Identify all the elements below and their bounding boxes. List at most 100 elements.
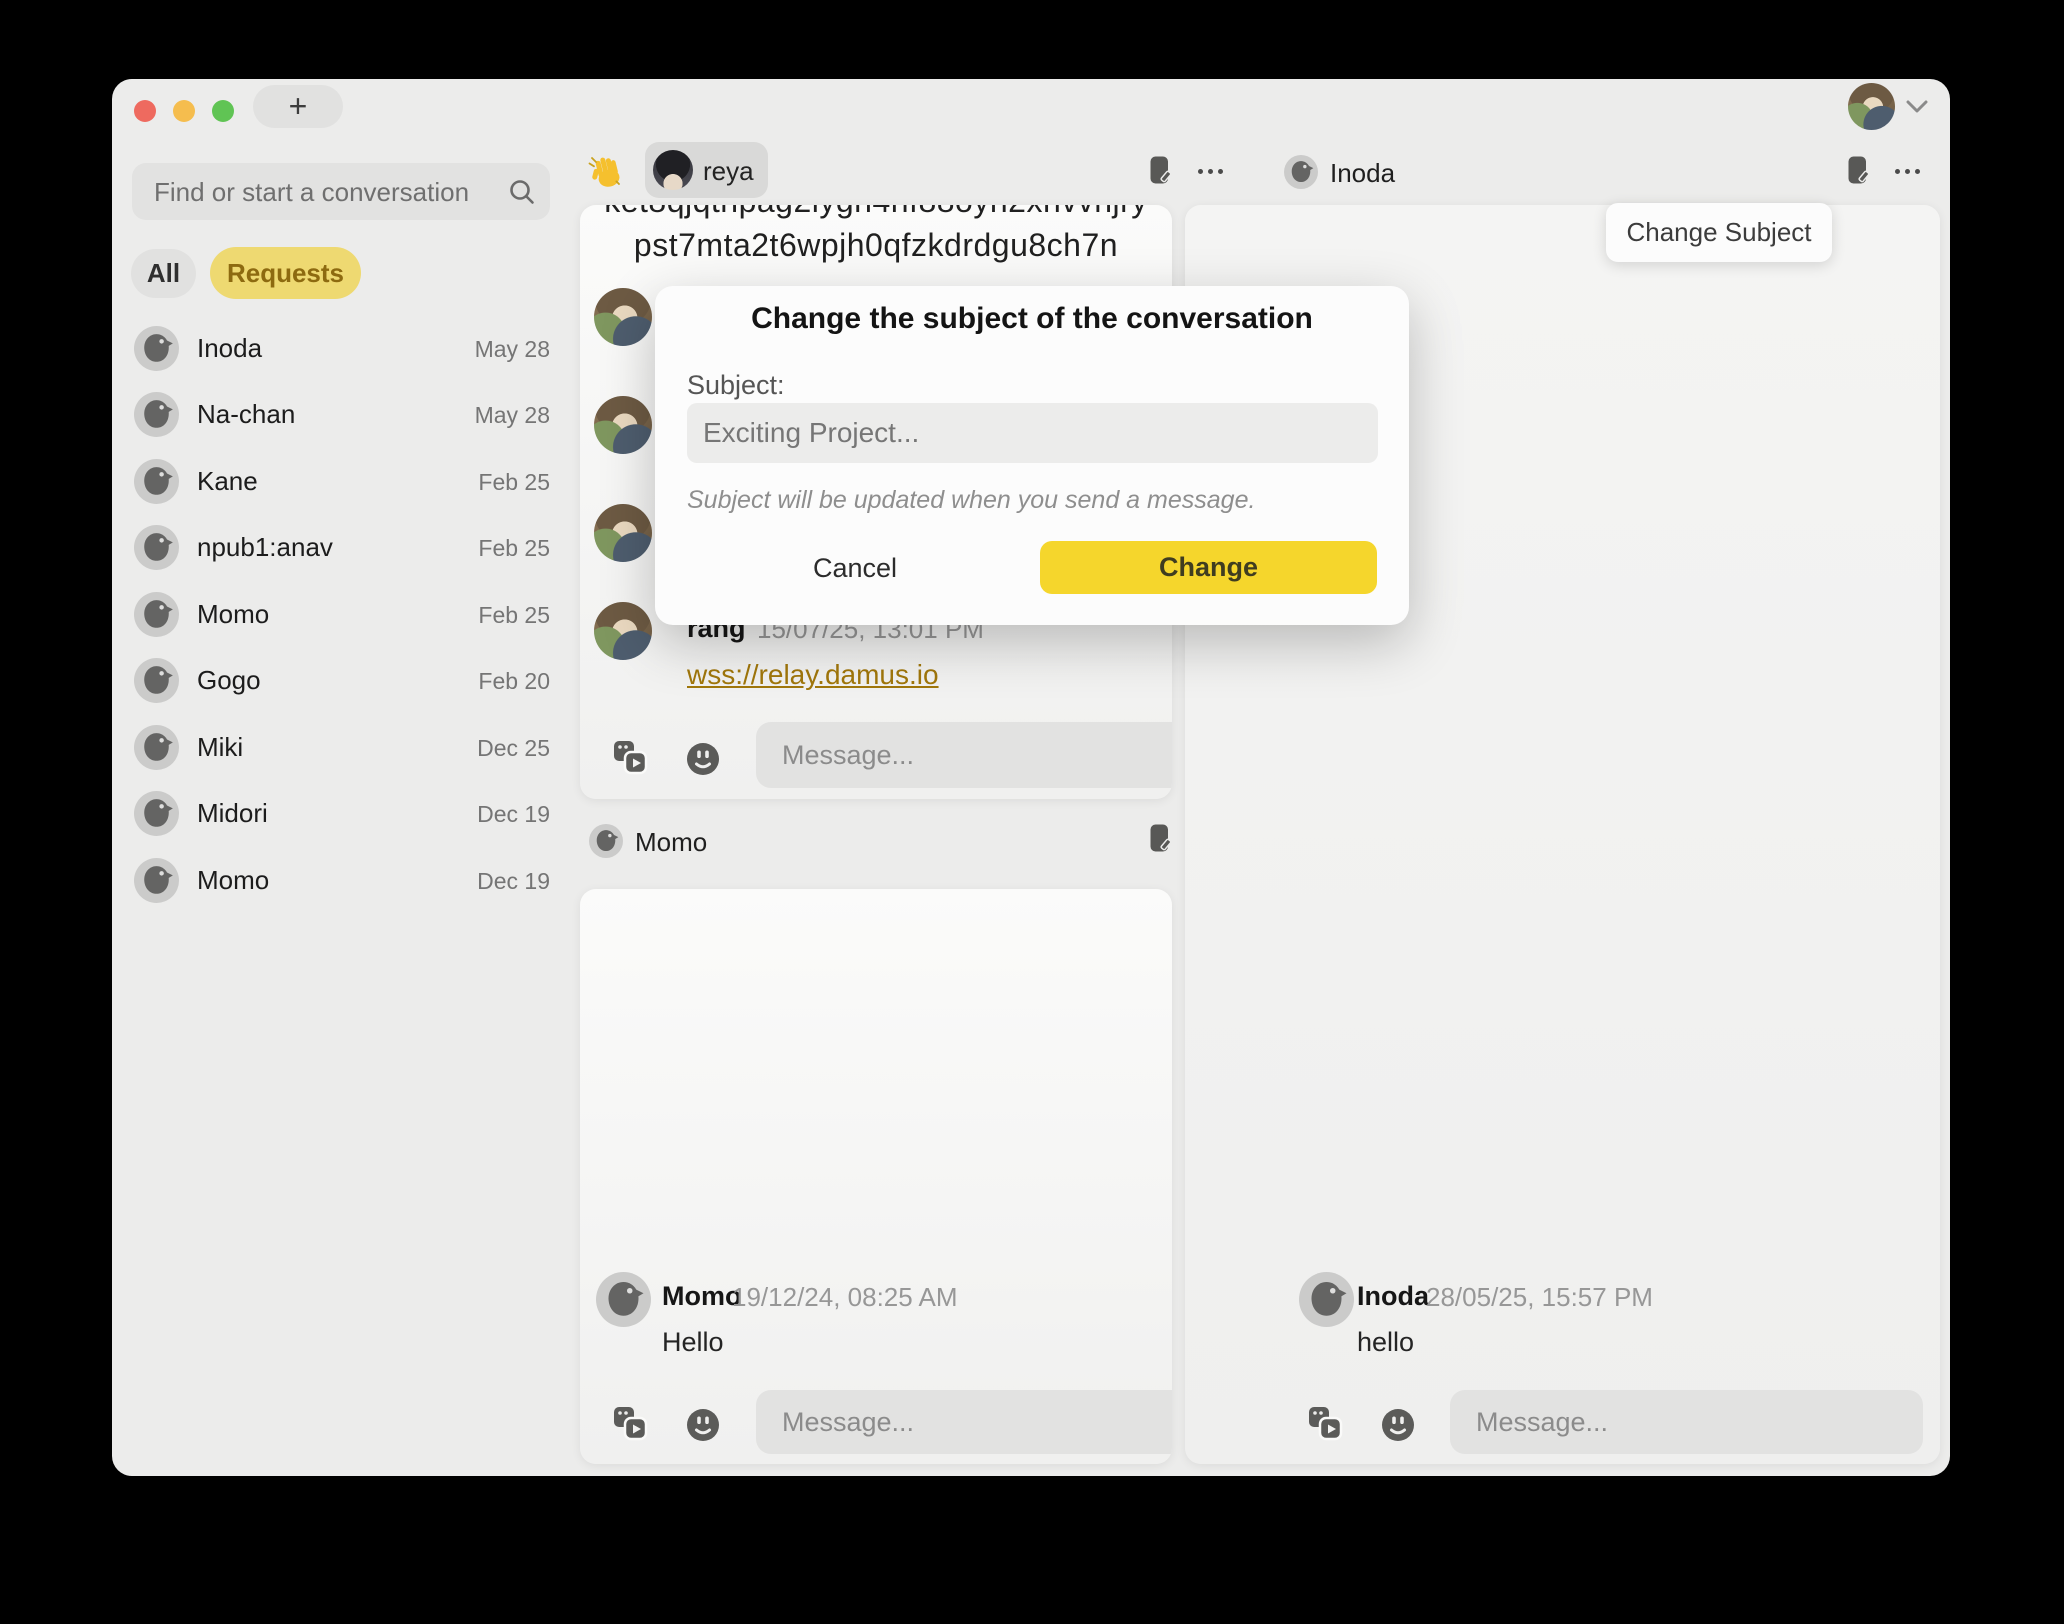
message-avatar bbox=[596, 1272, 651, 1327]
default-avatar-icon bbox=[134, 658, 179, 703]
conversation-name: Midori bbox=[197, 798, 268, 829]
emoji-picker-icon[interactable] bbox=[686, 1408, 720, 1442]
conversation-name: Gogo bbox=[197, 665, 261, 696]
change-subject-dialog: Change the subject of the conversation S… bbox=[655, 286, 1409, 625]
chevron-down-icon[interactable] bbox=[1906, 100, 1928, 114]
waving-hand-icon bbox=[585, 152, 625, 192]
message-composer-input[interactable] bbox=[1450, 1390, 1923, 1454]
conversation-date: Dec 19 bbox=[477, 801, 550, 828]
search-field[interactable] bbox=[132, 163, 550, 220]
conversation-date: May 28 bbox=[475, 402, 550, 429]
conversation-name: Inoda bbox=[197, 333, 262, 364]
conversation-name: Na-chan bbox=[197, 399, 295, 430]
conversation-item[interactable]: Kane Feb 25 bbox=[131, 448, 555, 515]
search-icon bbox=[508, 178, 536, 206]
conversation-date: Feb 20 bbox=[478, 668, 550, 695]
peer-name: Momo bbox=[635, 827, 707, 858]
change-label: Change bbox=[1159, 552, 1258, 583]
npub-text-clipped: ket8qjqtnpag2lygn4nf88oyh2xnvvnjry bbox=[580, 205, 1172, 220]
message-avatar bbox=[594, 288, 652, 346]
default-avatar-icon bbox=[134, 459, 179, 504]
message-composer-input[interactable] bbox=[756, 1390, 1172, 1454]
default-avatar-icon bbox=[134, 725, 179, 770]
message-timestamp: 28/05/25, 15:57 PM bbox=[1426, 1282, 1653, 1313]
zoom-window-button[interactable] bbox=[212, 100, 234, 122]
default-avatar-icon bbox=[589, 824, 623, 858]
tab-requests-label: Requests bbox=[227, 258, 344, 289]
new-conversation-button[interactable]: + bbox=[253, 85, 343, 128]
dialog-title: Change the subject of the conversation bbox=[655, 302, 1409, 336]
npub-text: pst7mta2t6wpjh0qfzkdrdgu8ch7n bbox=[580, 227, 1172, 264]
conversation-date: Dec 25 bbox=[477, 735, 550, 762]
peer-name: Inoda bbox=[1330, 158, 1395, 189]
conversation-item[interactable]: Gogo Feb 20 bbox=[131, 647, 555, 714]
message-timestamp: 19/12/24, 08:25 AM bbox=[732, 1282, 958, 1313]
default-avatar-icon bbox=[134, 326, 179, 371]
minimize-window-button[interactable] bbox=[173, 100, 195, 122]
more-options-icon[interactable] bbox=[1198, 169, 1223, 174]
message-composer-input[interactable] bbox=[756, 722, 1172, 788]
conversation-date: Feb 25 bbox=[478, 602, 550, 629]
message-avatar bbox=[594, 396, 652, 454]
cancel-label: Cancel bbox=[813, 553, 897, 584]
default-avatar-icon bbox=[134, 592, 179, 637]
conversation-item[interactable]: npub1:anav Feb 25 bbox=[131, 514, 555, 581]
message-avatar bbox=[1299, 1272, 1354, 1327]
conversation-name: Kane bbox=[197, 466, 258, 497]
message-text: Hello bbox=[662, 1327, 724, 1358]
screen: + All Requests Inoda May 28 Na-chan May … bbox=[0, 0, 2064, 1624]
conversation-item[interactable]: Momo Feb 25 bbox=[131, 581, 555, 648]
chat-panel-momo: Momo 19/12/24, 08:25 AM Hello bbox=[580, 889, 1172, 1464]
conversation-date: Feb 25 bbox=[478, 535, 550, 562]
default-avatar-icon bbox=[1284, 155, 1318, 189]
attach-media-icon[interactable] bbox=[611, 738, 649, 776]
conversation-name: Miki bbox=[197, 732, 243, 763]
message-avatar bbox=[594, 504, 652, 562]
message-text: hello bbox=[1357, 1327, 1414, 1358]
message-sender: Momo bbox=[662, 1281, 741, 1312]
reya-avatar bbox=[653, 150, 693, 190]
dialog-note: Subject will be updated when you send a … bbox=[687, 486, 1255, 515]
conversation-name: npub1:anav bbox=[197, 532, 333, 563]
message-avatar bbox=[594, 602, 652, 660]
peer-chip-reya[interactable]: reya bbox=[645, 142, 768, 198]
plus-icon: + bbox=[289, 88, 308, 125]
change-subject-icon[interactable] bbox=[1150, 156, 1172, 186]
message-sender: Inoda bbox=[1357, 1281, 1429, 1312]
conversation-item[interactable]: Miki Dec 25 bbox=[131, 714, 555, 781]
relay-link[interactable]: wss://relay.damus.io bbox=[687, 659, 939, 691]
conversation-item[interactable]: Midori Dec 19 bbox=[131, 780, 555, 847]
conversation-date: Feb 25 bbox=[478, 469, 550, 496]
tab-requests[interactable]: Requests bbox=[210, 247, 361, 299]
default-avatar-icon bbox=[134, 791, 179, 836]
search-input[interactable] bbox=[152, 163, 506, 222]
subject-label: Subject: bbox=[687, 370, 785, 401]
conversation-date: Dec 19 bbox=[477, 868, 550, 895]
attach-media-icon[interactable] bbox=[1306, 1404, 1344, 1442]
more-options-icon[interactable] bbox=[1895, 169, 1920, 174]
default-avatar-icon bbox=[134, 858, 179, 903]
conversation-date: May 28 bbox=[475, 336, 550, 363]
emoji-picker-icon[interactable] bbox=[686, 742, 720, 776]
profile-avatar[interactable] bbox=[1848, 83, 1895, 130]
emoji-picker-icon[interactable] bbox=[1381, 1408, 1415, 1442]
conversation-item[interactable]: Momo Dec 19 bbox=[131, 847, 555, 914]
conversation-item[interactable]: Inoda May 28 bbox=[131, 315, 555, 382]
tab-all-label: All bbox=[147, 258, 180, 289]
tooltip-text: Change Subject bbox=[1626, 217, 1811, 248]
cancel-button[interactable]: Cancel bbox=[790, 545, 920, 591]
change-subject-icon[interactable] bbox=[1848, 156, 1870, 186]
default-avatar-icon bbox=[134, 392, 179, 437]
change-subject-icon[interactable] bbox=[1150, 824, 1172, 854]
change-button[interactable]: Change bbox=[1040, 541, 1377, 594]
subject-input[interactable] bbox=[687, 403, 1378, 463]
conversation-name: Momo bbox=[197, 599, 269, 630]
close-window-button[interactable] bbox=[134, 100, 156, 122]
peer-name: reya bbox=[703, 156, 754, 187]
conversation-name: Momo bbox=[197, 865, 269, 896]
default-avatar-icon bbox=[134, 525, 179, 570]
tab-all[interactable]: All bbox=[131, 249, 196, 298]
conversation-item[interactable]: Na-chan May 28 bbox=[131, 381, 555, 448]
attach-media-icon[interactable] bbox=[611, 1404, 649, 1442]
change-subject-tooltip: Change Subject bbox=[1606, 203, 1832, 262]
